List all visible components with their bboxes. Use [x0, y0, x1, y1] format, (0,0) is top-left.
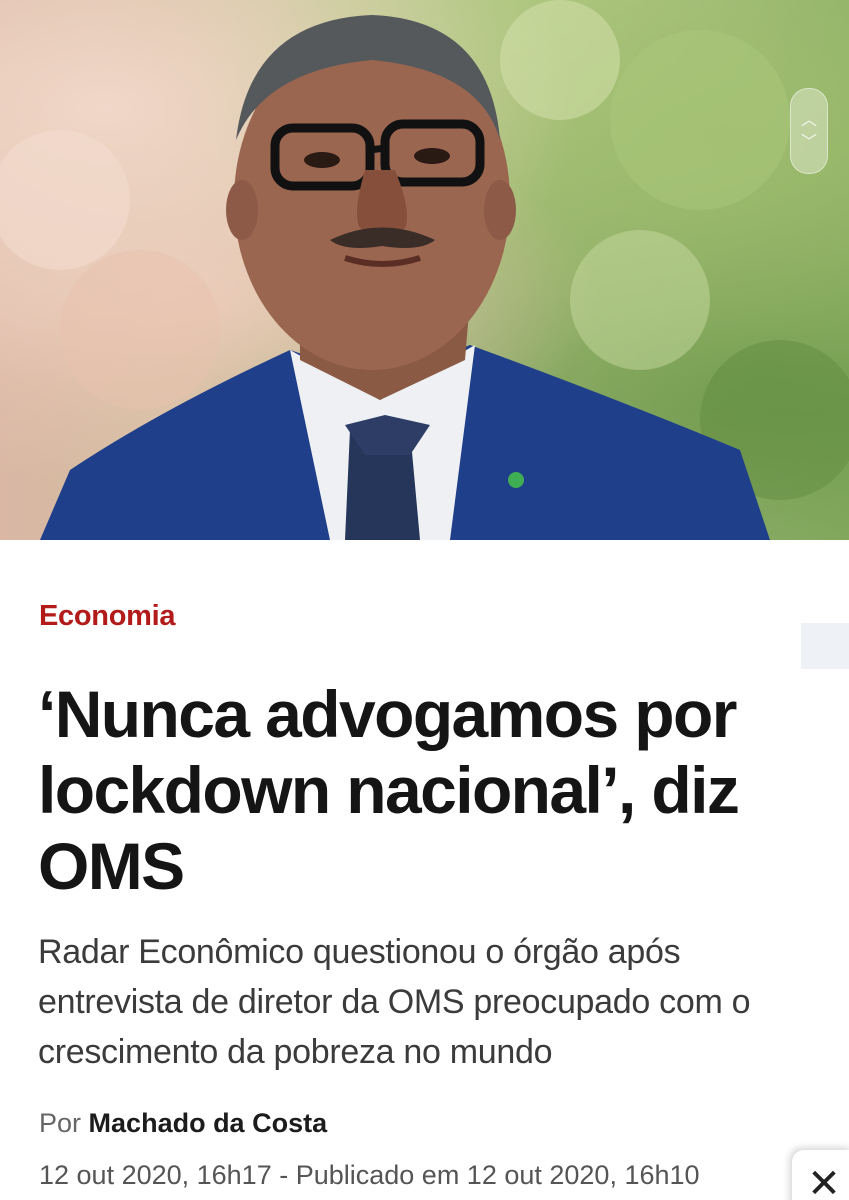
chevron-up-icon[interactable]: ︿ [801, 109, 817, 131]
hero-image: ︿ ﹀ [0, 0, 849, 540]
article-page: ︿ ﹀ Economia ‘Nunca advogamos por lockdo… [0, 0, 849, 1200]
publication-dates: 12 out 2020, 16h17 - Publicado em 12 out… [39, 1160, 700, 1190]
byline-prefix: Por [39, 1108, 82, 1138]
image-scroll-control[interactable]: ︿ ﹀ [790, 88, 828, 174]
category-link[interactable]: Economia [39, 600, 175, 633]
close-icon[interactable]: ✕ [807, 1164, 841, 1200]
chevron-down-icon[interactable]: ﹀ [801, 131, 817, 153]
portrait-photo [0, 0, 849, 540]
side-tab[interactable] [801, 623, 849, 669]
byline: Por Machado da Costa [39, 1108, 327, 1139]
article-subtitle: Radar Econômico questionou o órgão após … [38, 933, 751, 1071]
close-button[interactable]: ✕ [792, 1150, 849, 1200]
article-headline: ‘Nunca advogamos por lockdown nacional’,… [38, 677, 740, 903]
author-link[interactable]: Machado da Costa [89, 1108, 328, 1138]
